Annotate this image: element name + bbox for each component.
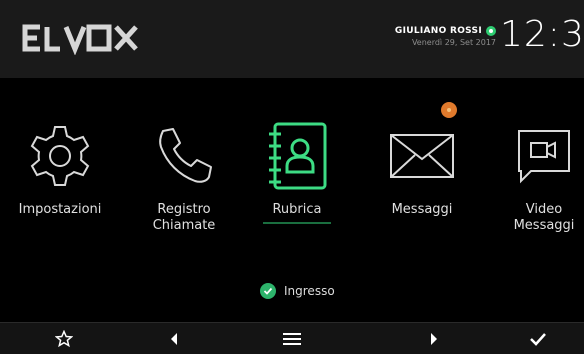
check-circle-icon	[260, 283, 276, 299]
menu-button[interactable]	[262, 323, 322, 354]
favorites-button[interactable]	[34, 323, 94, 354]
clock: 12:33	[500, 14, 584, 55]
menu-item-label: Registro Chiamate	[152, 202, 216, 233]
previous-button[interactable]	[144, 323, 204, 354]
menu-item-messaggi[interactable]: Messaggi	[362, 102, 482, 260]
arrow-left-icon	[171, 333, 177, 345]
address-book-icon	[257, 110, 337, 202]
date-label: Venerdì 29, Set 2017	[411, 38, 496, 47]
menu-item-label: Video Messaggi	[513, 202, 575, 233]
arrow-right-icon	[431, 333, 437, 345]
intercom-screen: GIULIANO ROSSI Venerdì 29, Set 2017 12:3…	[0, 0, 584, 354]
notification-badge	[441, 102, 457, 118]
brand-logo	[22, 14, 140, 62]
phone-icon	[149, 110, 219, 202]
video-message-icon	[509, 110, 579, 202]
bottom-nav-bar	[0, 322, 584, 354]
star-icon	[55, 330, 73, 348]
gear-icon	[25, 110, 95, 202]
user-info[interactable]: GIULIANO ROSSI Venerdì 29, Set 2017	[378, 26, 496, 47]
envelope-icon	[387, 102, 457, 202]
user-name: GIULIANO ROSSI	[394, 26, 482, 36]
next-button[interactable]	[404, 323, 464, 354]
header-bar: GIULIANO ROSSI Venerdì 29, Set 2017 12:3…	[0, 0, 584, 78]
elvox-logo-icon	[22, 24, 138, 55]
main-menu: Impostazioni Registro Chiamate Rubrica M…	[0, 102, 584, 260]
menu-item-label: Rubrica	[272, 202, 322, 217]
menu-item-registro-chiamate[interactable]: Registro Chiamate	[124, 110, 244, 260]
confirm-button[interactable]	[508, 323, 568, 354]
menu-icon	[283, 333, 301, 345]
online-status-icon	[486, 26, 496, 36]
menu-item-rubrica[interactable]: Rubrica	[237, 110, 357, 260]
status-ingresso[interactable]: Ingresso	[260, 283, 335, 299]
menu-item-label: Impostazioni	[18, 202, 102, 217]
active-indicator	[263, 222, 331, 224]
menu-item-video-messaggi[interactable]: Video Messaggi	[484, 110, 584, 260]
check-icon	[530, 333, 546, 346]
menu-item-label: Messaggi	[391, 202, 453, 217]
menu-item-impostazioni[interactable]: Impostazioni	[0, 110, 120, 260]
status-label: Ingresso	[284, 284, 335, 298]
